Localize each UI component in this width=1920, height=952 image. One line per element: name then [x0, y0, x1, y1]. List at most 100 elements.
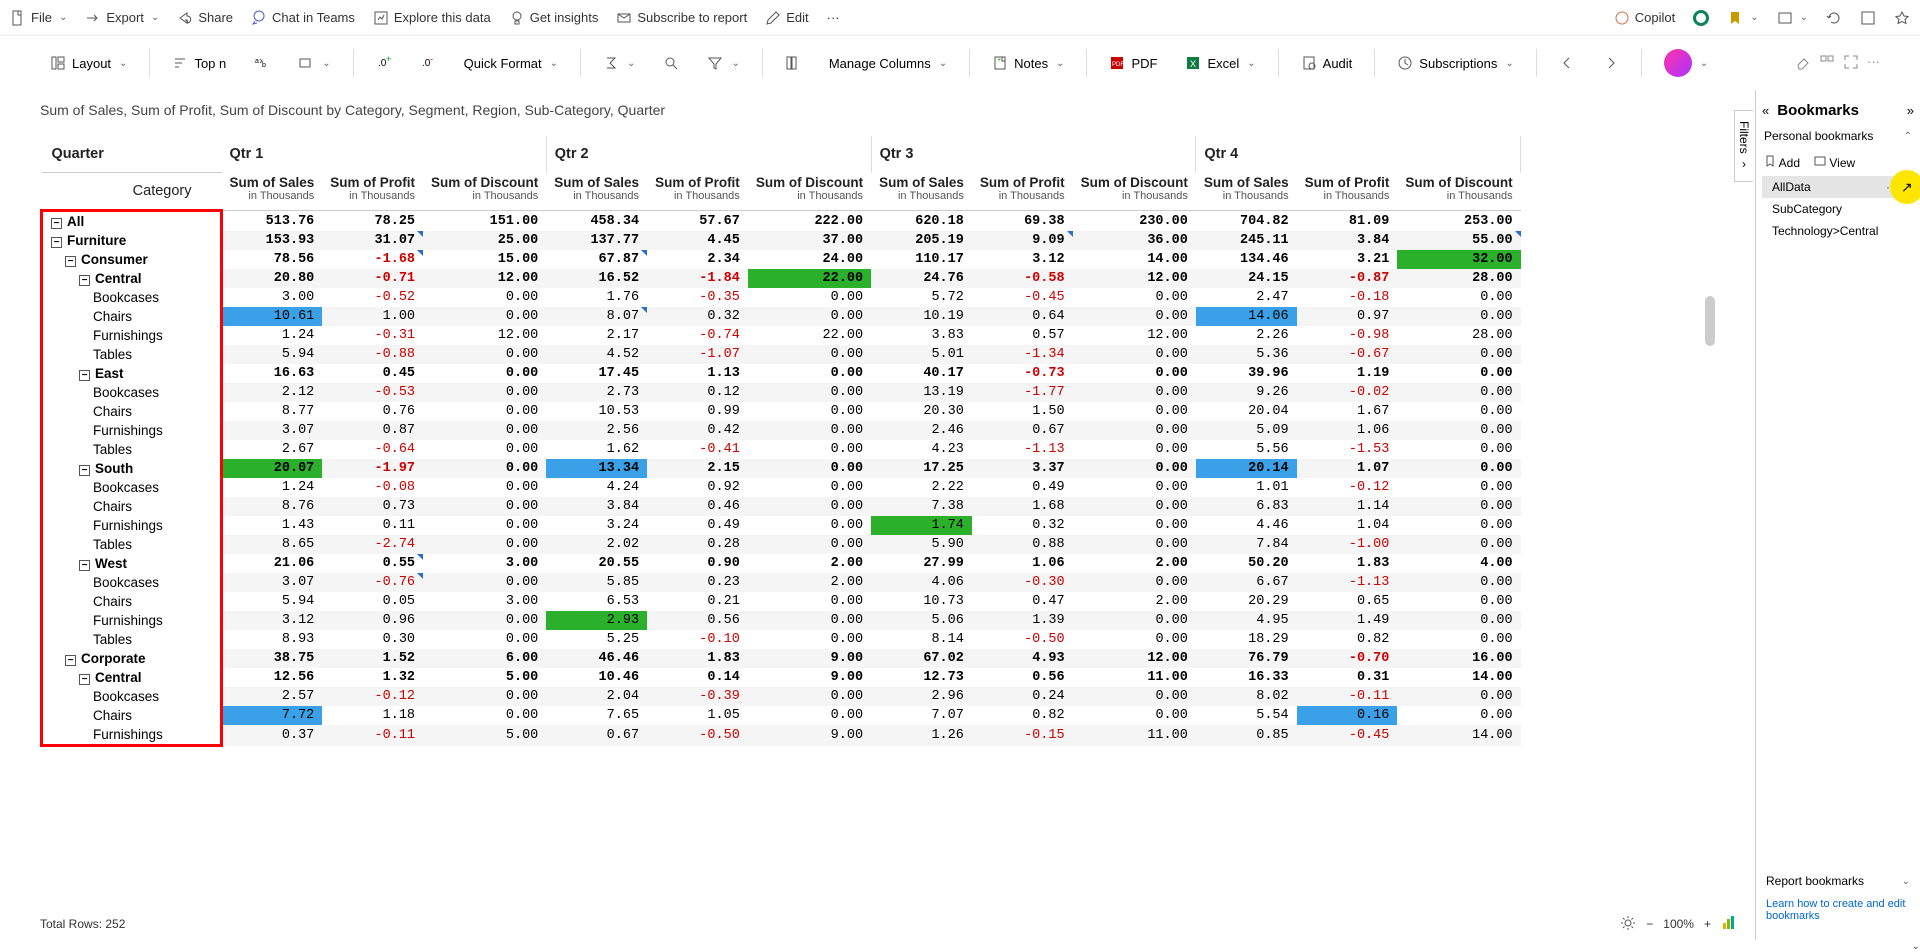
data-cell[interactable]: 0.11 — [322, 516, 423, 535]
data-cell[interactable]: 67.87 — [546, 250, 647, 269]
data-cell[interactable]: 5.72 — [871, 288, 972, 307]
wrap-button[interactable]: ab — [244, 49, 280, 77]
table-row[interactable]: −Consumer78.56-1.6815.0067.872.3424.0011… — [42, 250, 1521, 269]
table-row[interactable]: Bookcases1.24-0.080.004.240.920.002.220.… — [42, 478, 1521, 497]
data-cell[interactable]: 0.00 — [1397, 687, 1520, 706]
data-cell[interactable]: 0.00 — [1397, 535, 1520, 554]
data-cell[interactable]: 5.54 — [1196, 706, 1297, 725]
data-cell[interactable]: 0.00 — [748, 459, 871, 478]
measure-header[interactable]: Sum of Profitin Thousands — [647, 173, 748, 211]
data-cell[interactable]: 4.00 — [1397, 554, 1520, 573]
measure-header[interactable]: Sum of Profitin Thousands — [1297, 173, 1398, 211]
data-cell[interactable]: 0.00 — [1073, 459, 1196, 478]
data-cell[interactable]: 0.12 — [647, 383, 748, 402]
table-row[interactable]: Bookcases2.12-0.530.002.730.120.0013.19-… — [42, 383, 1521, 402]
data-cell[interactable]: 3.21 — [1297, 250, 1398, 269]
data-cell[interactable]: 0.00 — [1073, 440, 1196, 459]
data-cell[interactable]: 0.21 — [647, 592, 748, 611]
bookmark-item-subcategory[interactable]: SubCategory — [1762, 198, 1914, 220]
data-cell[interactable]: 1.32 — [322, 668, 423, 687]
data-cell[interactable]: 0.00 — [748, 307, 871, 326]
data-cell[interactable]: 1.83 — [1297, 554, 1398, 573]
data-cell[interactable]: 2.26 — [1196, 326, 1297, 345]
table-row[interactable]: Bookcases3.07-0.760.005.850.232.004.06-0… — [42, 573, 1521, 592]
data-cell[interactable]: 1.04 — [1297, 516, 1398, 535]
nav-back-button[interactable] — [1549, 49, 1585, 77]
data-cell[interactable]: 0.92 — [647, 478, 748, 497]
data-cell[interactable]: 28.00 — [1397, 326, 1520, 345]
data-cell[interactable]: 20.14 — [1196, 459, 1297, 478]
data-cell[interactable]: 0.65 — [1297, 592, 1398, 611]
data-cell[interactable]: 31.07 — [322, 231, 423, 250]
data-cell[interactable]: 1.01 — [1196, 478, 1297, 497]
data-cell[interactable]: 1.24 — [222, 326, 323, 345]
data-cell[interactable]: 1.05 — [647, 706, 748, 725]
data-cell[interactable]: -0.87 — [1297, 269, 1398, 288]
data-cell[interactable]: 0.00 — [1397, 611, 1520, 630]
expand-pane-icon[interactable]: » — [1907, 103, 1914, 118]
subscriptions-button[interactable]: Subscriptions⌄ — [1387, 49, 1523, 77]
data-cell[interactable]: 0.00 — [748, 440, 871, 459]
table-row[interactable]: Chairs7.721.180.007.651.050.007.070.820.… — [42, 706, 1521, 725]
tree-toggle-icon[interactable]: − — [51, 237, 62, 248]
data-cell[interactable]: 0.32 — [972, 516, 1073, 535]
data-cell[interactable]: 153.93 — [222, 231, 323, 250]
data-cell[interactable]: 0.00 — [1397, 478, 1520, 497]
data-cell[interactable]: 0.00 — [423, 630, 546, 649]
explore-data-button[interactable]: Explore this data — [373, 10, 491, 26]
data-cell[interactable]: 12.00 — [1073, 326, 1196, 345]
data-cell[interactable]: 0.00 — [423, 402, 546, 421]
quarter-header[interactable]: Qtr 4 — [1196, 136, 1521, 173]
data-cell[interactable]: 2.67 — [222, 440, 323, 459]
data-cell[interactable]: 1.18 — [322, 706, 423, 725]
data-cell[interactable]: 0.00 — [423, 535, 546, 554]
data-cell[interactable]: 76.79 — [1196, 649, 1297, 668]
data-cell[interactable]: 12.56 — [222, 668, 323, 687]
category-cell[interactable]: Bookcases — [42, 687, 222, 706]
data-cell[interactable]: 8.14 — [871, 630, 972, 649]
data-cell[interactable]: -0.50 — [647, 725, 748, 746]
data-cell[interactable]: 0.30 — [322, 630, 423, 649]
data-cell[interactable]: 24.15 — [1196, 269, 1297, 288]
data-cell[interactable]: 0.00 — [423, 706, 546, 725]
audit-button[interactable]: Audit — [1291, 49, 1363, 77]
chat-teams-button[interactable]: Chat in Teams — [251, 10, 355, 26]
tree-toggle-icon[interactable]: − — [79, 465, 90, 476]
data-cell[interactable]: 8.93 — [222, 630, 323, 649]
data-cell[interactable]: 0.00 — [748, 630, 871, 649]
data-cell[interactable]: 1.07 — [1297, 459, 1398, 478]
data-cell[interactable]: -0.52 — [322, 288, 423, 307]
data-cell[interactable]: 0.00 — [1073, 402, 1196, 421]
file-menu[interactable]: File⌄ — [10, 10, 67, 26]
data-cell[interactable]: 0.00 — [423, 345, 546, 364]
data-cell[interactable]: 0.00 — [423, 687, 546, 706]
zoom-out-button[interactable]: − — [1646, 917, 1653, 931]
category-cell[interactable]: −All — [42, 211, 222, 232]
data-cell[interactable]: -0.18 — [1297, 288, 1398, 307]
collapse-pane-icon[interactable]: « — [1762, 103, 1769, 118]
data-cell[interactable]: 0.00 — [1397, 307, 1520, 326]
data-cell[interactable]: 20.07 — [222, 459, 323, 478]
data-cell[interactable]: -0.73 — [972, 364, 1073, 383]
data-cell[interactable]: 458.34 — [546, 211, 647, 232]
data-cell[interactable]: 1.76 — [546, 288, 647, 307]
data-cell[interactable]: 27.99 — [871, 554, 972, 573]
tree-toggle-icon[interactable]: − — [51, 218, 62, 229]
data-cell[interactable]: 0.00 — [1397, 573, 1520, 592]
quarter-header[interactable]: Qtr 3 — [871, 136, 1196, 173]
data-cell[interactable]: 18.29 — [1196, 630, 1297, 649]
data-cell[interactable]: 28.00 — [1397, 269, 1520, 288]
data-cell[interactable]: -0.76 — [322, 573, 423, 592]
notes-button[interactable]: +Notes⌄ — [982, 49, 1074, 77]
data-cell[interactable]: 0.76 — [322, 402, 423, 421]
data-cell[interactable]: 0.00 — [423, 573, 546, 592]
data-cell[interactable]: 0.00 — [1397, 630, 1520, 649]
bookmark-icon[interactable]: ⌄ — [1727, 10, 1758, 26]
data-cell[interactable]: -1.68 — [322, 250, 423, 269]
data-cell[interactable]: 6.00 — [423, 649, 546, 668]
category-cell[interactable]: Tables — [42, 630, 222, 649]
data-cell[interactable]: 0.37 — [222, 725, 323, 746]
data-cell[interactable]: 1.67 — [1297, 402, 1398, 421]
data-cell[interactable]: 4.24 — [546, 478, 647, 497]
quarter-header[interactable]: Qtr 1 — [222, 136, 547, 173]
